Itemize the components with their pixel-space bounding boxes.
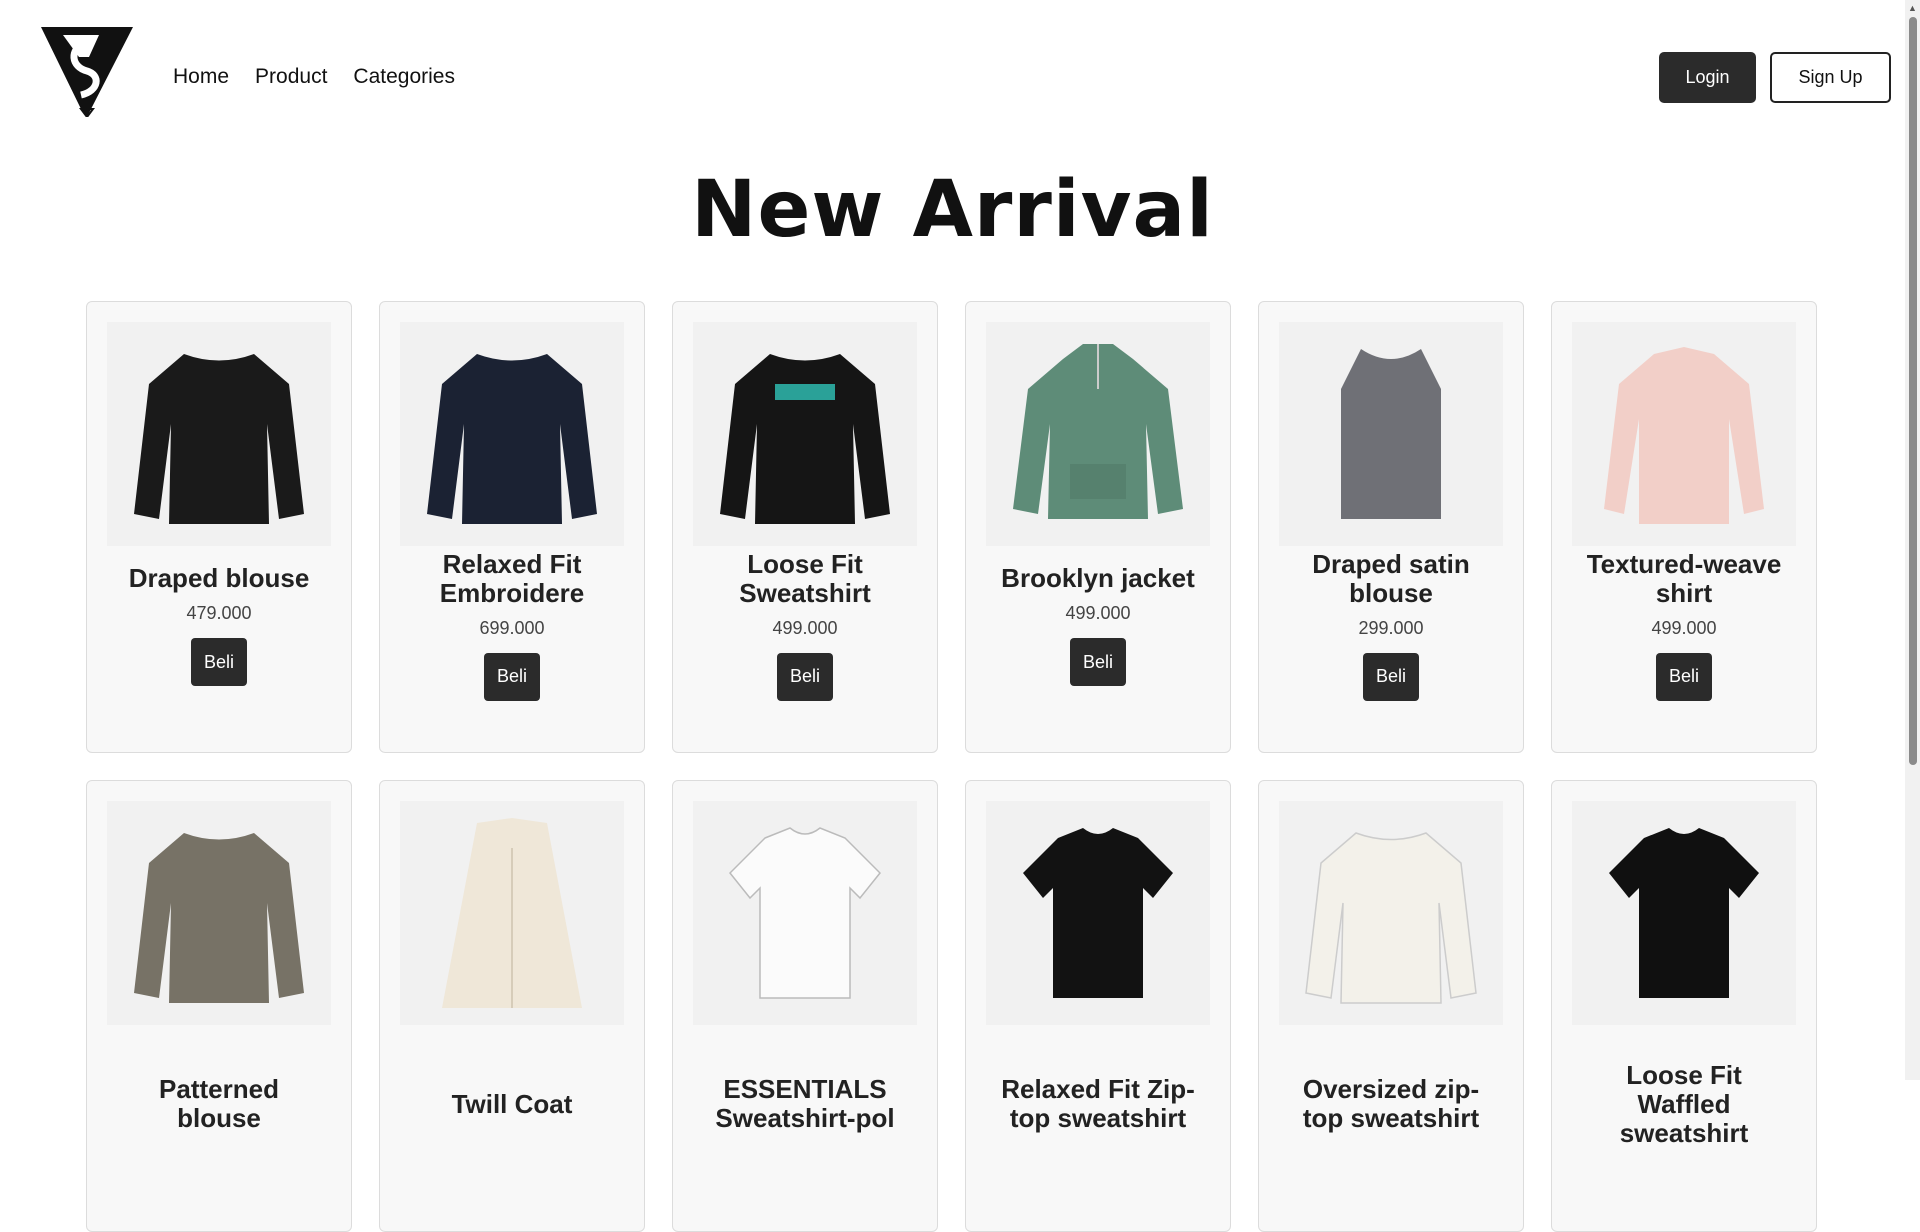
product-image	[442, 818, 582, 1008]
product-card[interactable]: Draped satin blouse 299.000 Beli	[1258, 301, 1524, 753]
product-grid: Draped blouse 479.000 Beli Relaxed Fit Embr…	[86, 301, 1819, 1232]
nav-categories[interactable]: Categories	[353, 63, 455, 90]
product-image	[134, 354, 304, 524]
product-thumbnail[interactable]	[1279, 322, 1503, 546]
product-thumbnail[interactable]	[400, 322, 624, 546]
product-name: Textured-weave shirt	[1586, 548, 1782, 608]
product-thumbnail[interactable]	[1572, 322, 1796, 546]
product-name: Relaxed Fit Embroidere	[439, 548, 585, 608]
product-name: Draped blouse	[128, 563, 310, 593]
product-info: Twill Coat	[401, 1025, 623, 1211]
product-card[interactable]: Oversized zip-top sweatshirt	[1258, 780, 1524, 1232]
product-price: 699.000	[479, 617, 545, 638]
product-thumbnail[interactable]	[693, 322, 917, 546]
buy-button[interactable]: Beli	[777, 652, 833, 701]
scroll-thumb[interactable]	[1909, 17, 1917, 765]
product-thumbnail[interactable]	[1279, 801, 1503, 1025]
product-card[interactable]: Relaxed Fit Embroidere 699.000 Beli	[379, 301, 645, 753]
site-header: Home Product Categories Login Sign Up	[0, 0, 1905, 150]
product-price: 479.000	[186, 603, 252, 623]
product-info: Loose Fit Sweatshirt 499.000 Beli	[694, 546, 916, 732]
product-thumbnail[interactable]	[986, 801, 1210, 1025]
product-info: ESSENTIALS Sweatshirt-pol	[694, 1025, 916, 1211]
product-thumbnail[interactable]	[986, 322, 1210, 546]
product-info: Loose Fit Waffled sweatshirt	[1573, 1025, 1795, 1211]
product-image	[1013, 344, 1183, 519]
buy-button[interactable]: Beli	[484, 652, 540, 701]
buy-button[interactable]: Beli	[1363, 652, 1419, 701]
product-image	[1609, 828, 1759, 998]
product-thumbnail[interactable]	[107, 801, 331, 1025]
product-name: ESSENTIALS Sweatshirt-pol	[715, 1074, 895, 1133]
product-name: Relaxed Fit Zip-top sweatshirt	[1001, 1074, 1195, 1133]
signup-button[interactable]: Sign Up	[1770, 52, 1891, 103]
product-name: Loose Fit Sweatshirt	[739, 548, 871, 608]
product-info: Patterned blouse	[108, 1025, 330, 1211]
product-image	[1604, 347, 1764, 524]
product-image	[728, 827, 882, 999]
product-name: Patterned blouse	[159, 1074, 279, 1133]
product-info: Brooklyn jacket 499.000 Beli	[987, 546, 1209, 732]
brand-logo[interactable]	[41, 27, 133, 117]
product-name: Draped satin blouse	[1312, 548, 1470, 608]
product-name: Oversized zip-top sweatshirt	[1302, 1074, 1480, 1133]
product-image	[1023, 828, 1173, 998]
product-card[interactable]: Relaxed Fit Zip-top sweatshirt	[965, 780, 1231, 1232]
product-name: Loose Fit Waffled sweatshirt	[1619, 1059, 1749, 1148]
scroll-up-arrow-icon[interactable]: ▲	[1905, 0, 1920, 15]
product-price: 499.000	[1065, 603, 1131, 623]
main-nav: Home Product Categories	[173, 63, 481, 90]
product-thumbnail[interactable]	[693, 801, 917, 1025]
product-thumbnail[interactable]	[400, 801, 624, 1025]
product-price: 299.000	[1358, 617, 1424, 638]
product-card[interactable]: Twill Coat	[379, 780, 645, 1232]
product-info: Textured-weave shirt 499.000 Beli	[1573, 546, 1795, 732]
product-thumbnail[interactable]	[107, 322, 331, 546]
product-card[interactable]: Draped blouse 479.000 Beli	[86, 301, 352, 753]
product-info: Relaxed Fit Zip-top sweatshirt	[987, 1025, 1209, 1211]
product-price: 499.000	[1651, 617, 1717, 638]
product-image	[1305, 832, 1477, 1004]
product-name: Brooklyn jacket	[1001, 563, 1195, 593]
product-info: Draped blouse 479.000 Beli	[108, 546, 330, 732]
product-image	[1341, 349, 1441, 519]
product-image	[427, 354, 597, 524]
page-scrollbar[interactable]: ▲	[1905, 0, 1920, 1080]
product-info: Draped satin blouse 299.000 Beli	[1280, 546, 1502, 732]
product-image	[134, 833, 304, 1003]
auth-buttons: Login Sign Up	[1659, 52, 1891, 103]
login-button[interactable]: Login	[1659, 52, 1756, 103]
buy-button[interactable]: Beli	[191, 638, 247, 686]
product-name: Twill Coat	[451, 1088, 573, 1119]
product-info: Relaxed Fit Embroidere 699.000 Beli	[401, 546, 623, 732]
product-image	[720, 354, 890, 524]
product-info: Oversized zip-top sweatshirt	[1280, 1025, 1502, 1211]
nav-home[interactable]: Home	[173, 63, 229, 90]
product-card[interactable]: ESSENTIALS Sweatshirt-pol	[672, 780, 938, 1232]
product-card[interactable]: Loose Fit Sweatshirt 499.000 Beli	[672, 301, 938, 753]
product-card[interactable]: Patterned blouse	[86, 780, 352, 1232]
product-card[interactable]: Loose Fit Waffled sweatshirt	[1551, 780, 1817, 1232]
product-price: 499.000	[772, 617, 838, 638]
product-thumbnail[interactable]	[1572, 801, 1796, 1025]
nav-product[interactable]: Product	[255, 63, 327, 90]
product-card[interactable]: Brooklyn jacket 499.000 Beli	[965, 301, 1231, 753]
product-card[interactable]: Textured-weave shirt 499.000 Beli	[1551, 301, 1817, 753]
buy-button[interactable]: Beli	[1656, 652, 1712, 701]
buy-button[interactable]: Beli	[1070, 638, 1126, 686]
page-title: New Arrival	[691, 165, 1214, 255]
